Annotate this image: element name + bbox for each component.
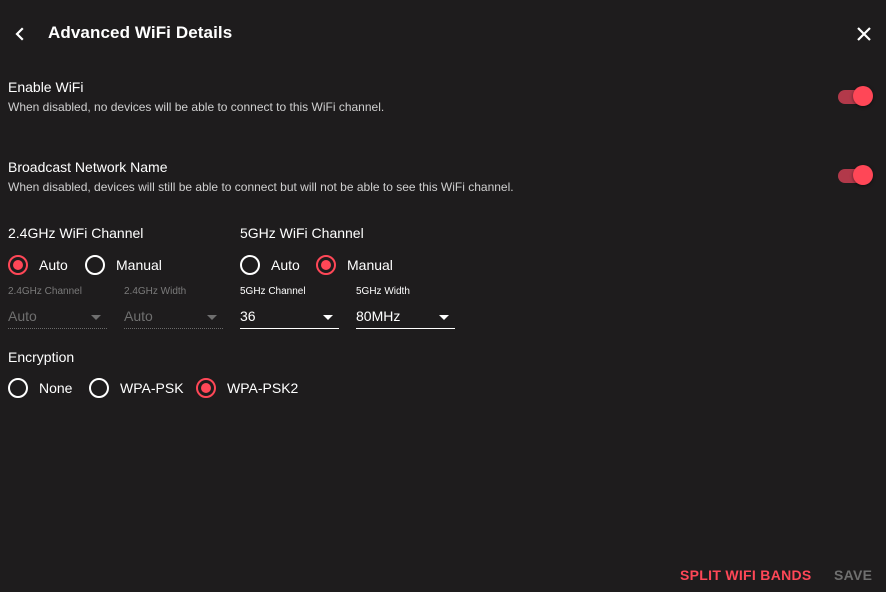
caret-down-icon bbox=[439, 315, 449, 320]
close-icon bbox=[857, 27, 871, 41]
radio-circle bbox=[240, 255, 260, 275]
select-value: Auto bbox=[8, 308, 37, 324]
chevron-left-icon bbox=[15, 27, 24, 41]
caret-down-icon bbox=[207, 315, 217, 320]
caret-down-icon bbox=[323, 315, 333, 320]
back-button[interactable] bbox=[8, 22, 32, 46]
broadcast-name-description: When disabled, devices will still be abl… bbox=[8, 180, 514, 194]
radio-encryption-none[interactable]: None bbox=[8, 376, 72, 400]
radio-circle bbox=[85, 255, 105, 275]
radio-circle bbox=[8, 255, 28, 275]
channel-5-width-label: 5GHz Width bbox=[356, 286, 410, 297]
channel-24-width-label: 2.4GHz Width bbox=[124, 286, 187, 297]
channel-24-channel-select: Auto bbox=[8, 304, 107, 329]
radio-label: Manual bbox=[116, 257, 162, 273]
radio-circle bbox=[196, 378, 216, 398]
enable-wifi-toggle[interactable] bbox=[836, 85, 876, 109]
enable-wifi-title: Enable WiFi bbox=[8, 79, 84, 95]
toggle-thumb bbox=[853, 165, 873, 185]
radio-5-auto[interactable]: Auto bbox=[240, 253, 300, 277]
radio-24-manual[interactable]: Manual bbox=[85, 253, 162, 277]
select-value: 80MHz bbox=[356, 308, 401, 324]
encryption-heading: Encryption bbox=[8, 349, 75, 365]
save-button[interactable]: SAVE bbox=[834, 567, 872, 583]
radio-label: Manual bbox=[347, 257, 393, 273]
toggle-thumb bbox=[853, 86, 873, 106]
radio-circle bbox=[89, 378, 109, 398]
radio-encryption-wpa-psk2[interactable]: WPA-PSK2 bbox=[196, 376, 298, 400]
broadcast-name-title: Broadcast Network Name bbox=[8, 159, 168, 175]
channel-5-channel-label: 5GHz Channel bbox=[240, 286, 306, 297]
radio-label: Auto bbox=[271, 257, 300, 273]
channel-5-channel-select[interactable]: 36 bbox=[240, 304, 339, 329]
channel-24-heading: 2.4GHz WiFi Channel bbox=[8, 225, 144, 241]
radio-circle bbox=[8, 378, 28, 398]
channel-24-channel-label: 2.4GHz Channel bbox=[8, 286, 82, 297]
radio-24-auto[interactable]: Auto bbox=[8, 253, 68, 277]
channel-5-width-select[interactable]: 80MHz bbox=[356, 304, 455, 329]
select-value: Auto bbox=[124, 308, 153, 324]
radio-5-manual[interactable]: Manual bbox=[316, 253, 393, 277]
radio-encryption-wpa-psk[interactable]: WPA-PSK bbox=[89, 376, 184, 400]
radio-label: None bbox=[39, 380, 73, 396]
enable-wifi-description: When disabled, no devices will be able t… bbox=[8, 100, 385, 114]
channel-5-heading: 5GHz WiFi Channel bbox=[240, 225, 364, 241]
radio-label: Auto bbox=[39, 257, 68, 273]
split-wifi-bands-button[interactable]: SPLIT WIFI BANDS bbox=[680, 567, 812, 583]
close-button[interactable] bbox=[852, 22, 876, 46]
broadcast-name-toggle[interactable] bbox=[836, 164, 876, 188]
select-value: 36 bbox=[240, 308, 256, 324]
caret-down-icon bbox=[91, 315, 101, 320]
radio-label: WPA-PSK bbox=[120, 380, 184, 396]
page-title: Advanced WiFi Details bbox=[48, 23, 233, 42]
channel-24-width-select: Auto bbox=[124, 304, 223, 329]
radio-circle bbox=[316, 255, 336, 275]
radio-label: WPA-PSK2 bbox=[227, 380, 299, 396]
